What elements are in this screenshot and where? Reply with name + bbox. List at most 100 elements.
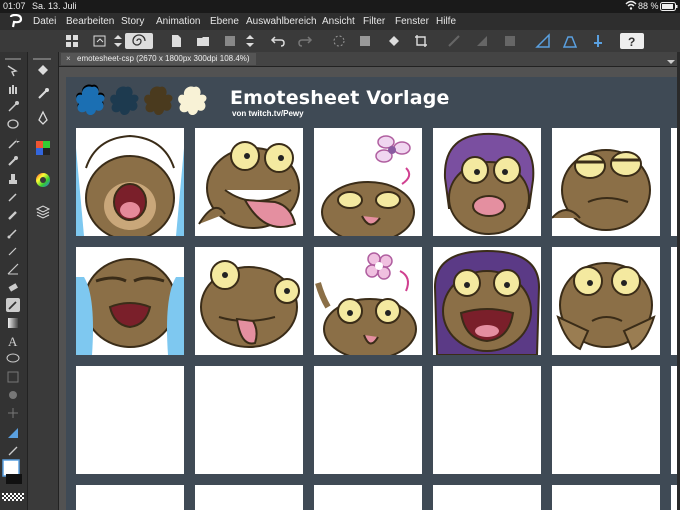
menu-hilfe[interactable]: Hilfe [436,16,456,27]
nib-icon[interactable] [35,110,51,126]
select-tool-icon[interactable] [6,100,20,114]
import-icon[interactable] [92,33,108,49]
empty-emote-slot-r4c3[interactable] [314,485,422,510]
selection-icon-3[interactable] [502,33,518,49]
open-folder-icon[interactable] [195,33,211,49]
redo-icon[interactable] [297,33,313,49]
menu-datei[interactable]: Datei [33,16,56,27]
tab-menu-icon[interactable] [666,54,676,64]
frame-tool-icon[interactable] [6,370,20,384]
tool-collapse-icon[interactable] [3,50,21,64]
operation-tool-icon[interactable] [6,444,20,458]
window-layout-icon[interactable] [64,33,80,49]
battery-icon [660,2,678,13]
text-tool-icon[interactable]: A [6,334,20,349]
emote-cell-r2c5[interactable] [552,247,660,355]
empty-emote-slot-r3c1[interactable] [76,366,184,474]
swatch-brown [144,86,173,116]
empty-emote-slot-r3c4[interactable] [433,366,541,474]
brush-tool-icon[interactable] [6,226,20,240]
battery-percent: 88 % [638,1,659,11]
layers-icon[interactable] [35,204,51,220]
gradient-icon[interactable] [6,316,20,330]
lasso-tool-icon[interactable] [6,118,20,132]
pin-icon[interactable] [590,33,606,49]
menu-auswahlbereich[interactable]: Auswahlbereich [246,16,317,27]
emote-cell-r1c1[interactable] [76,128,184,236]
emote-crying-scream [76,134,184,236]
command-toolbar: ? [0,30,680,53]
crop-icon[interactable] [413,33,429,49]
new-file-icon[interactable] [168,33,184,49]
spiral-icon[interactable] [125,33,153,49]
decoration-icon[interactable] [6,262,20,276]
emote-cell-r1c3[interactable] [314,128,422,236]
menu-bearbeiten[interactable]: Bearbeiten [66,16,114,27]
stamp-icon[interactable] [6,172,20,186]
sub-color-icon[interactable] [4,472,24,486]
menu-filter[interactable]: Filter [363,16,385,27]
swatch-dark-teal [110,86,139,116]
help-icon[interactable]: ? [620,33,644,49]
empty-emote-slot-r4c1[interactable] [76,485,184,510]
emote-cell-r2c4[interactable] [433,247,541,355]
selection-icon-1[interactable] [446,33,462,49]
color-set-icon[interactable] [35,140,51,156]
clip-studio-logo-icon[interactable] [8,14,24,29]
swatch-cream [178,86,207,116]
menu-ebene[interactable]: Ebene [210,16,239,27]
emote-cell-r1c5[interactable] [552,128,660,236]
fill-icon[interactable] [386,33,402,49]
menu-story[interactable]: Story [121,16,144,27]
emote-cell-r2c3[interactable] [314,247,422,355]
paint-splash-swatches [76,84,207,116]
eyedropper-icon[interactable] [6,154,20,168]
menu-ansicht[interactable]: Ansicht [322,16,355,27]
selection-icon-2[interactable] [474,33,490,49]
pen-tool-icon[interactable] [6,190,20,204]
undo-icon[interactable] [270,33,286,49]
menu-animation[interactable]: Animation [156,16,200,27]
empty-emote-slot-r3c2[interactable] [195,366,303,474]
pencil-tool-icon[interactable] [6,208,20,222]
correct-line-icon[interactable] [6,406,20,420]
balloon-tool-icon[interactable] [6,352,20,366]
eraser-icon[interactable] [6,280,20,294]
stepper-icon-2[interactable] [245,33,255,49]
empty-emote-slot-r4c4[interactable] [433,485,541,510]
clear-icon[interactable] [331,33,347,49]
circle-tool-icon[interactable] [6,388,20,402]
ruler-tool-icon[interactable] [6,426,20,440]
emote-cell-r2c1[interactable] [76,247,184,355]
sub-collapse-icon[interactable] [31,50,53,60]
close-tab-icon[interactable]: × [66,53,71,65]
move-tool-icon[interactable] [6,64,20,78]
transparent-color-icon[interactable] [2,488,24,501]
sheet-subtitle: von twitch.tv/Pewy [232,109,304,118]
ruler-icon[interactable] [535,33,551,49]
magic-wand-icon[interactable] [6,136,20,150]
perspective-icon[interactable] [562,33,578,49]
stepper-icon[interactable] [113,33,123,49]
menu-fenster[interactable]: Fenster [395,16,429,27]
pen-fill-icon[interactable] [35,86,51,102]
emote-cell-r1c2[interactable] [195,128,303,236]
document-tab[interactable]: × emotesheet-csp (2670 x 1800px 300dpi 1… [61,53,256,65]
empty-emote-slot-r3c5[interactable] [552,366,660,474]
status-date: Sa. 13. Juli [32,1,77,11]
clear-outside-icon[interactable] [357,33,373,49]
color-wheel-icon[interactable] [35,172,51,188]
empty-emote-slot-r4c2[interactable] [195,485,303,510]
hand-tool-icon[interactable] [6,82,20,96]
empty-emote-slot-r4c5[interactable] [552,485,660,510]
fill-bucket-icon[interactable] [35,62,51,78]
sub-palette [28,52,59,510]
airbrush-icon[interactable] [6,244,20,258]
emote-cell-r2c2[interactable] [195,247,303,355]
save-icon[interactable] [222,33,238,49]
emotesheet-canvas[interactable]: Emotesheet Vorlage von twitch.tv/Pewy [66,77,680,510]
emote-cell-r1c4[interactable] [433,128,541,236]
empty-emote-slot-r3c3[interactable] [314,366,422,474]
sheet-title: Emotesheet Vorlage [230,87,450,109]
blend-tool-icon[interactable] [6,298,20,312]
